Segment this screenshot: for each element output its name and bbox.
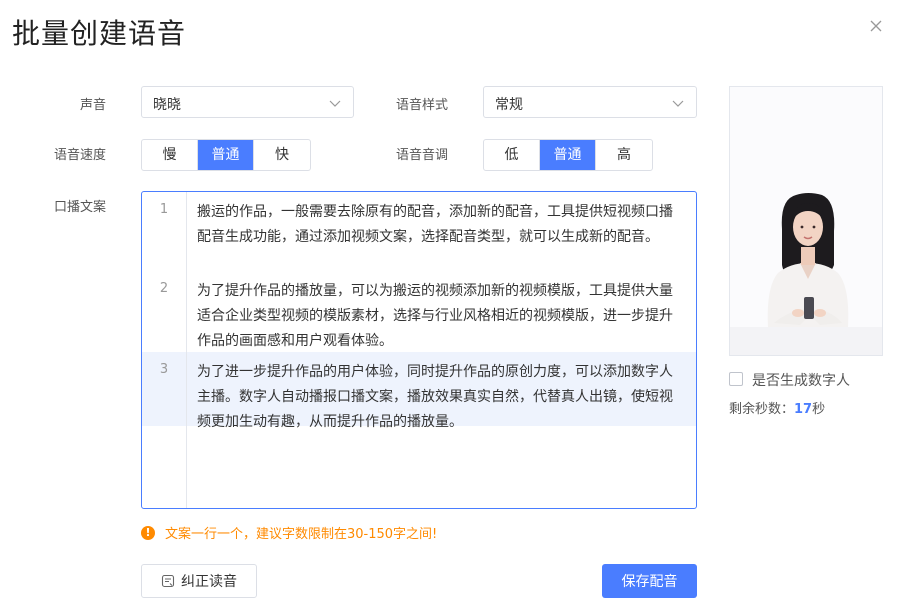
generate-digital-human-checkbox[interactable] — [729, 372, 743, 386]
style-label: 语音样式 — [395, 98, 448, 113]
warning-icon: ! — [141, 525, 155, 540]
voice-value: 晓晓 — [153, 97, 181, 113]
digital-human-preview — [729, 86, 883, 356]
speed-label: 语音速度 — [53, 148, 106, 163]
pitch-label: 语音音调 — [395, 148, 448, 163]
script-label: 口播文案 — [53, 200, 106, 215]
speed-option-fast[interactable]: 快 — [254, 140, 310, 170]
line-text: 为了进一步提升作品的用户体验，同时提升作品的原创力度，可以添加数字人主播。数字人… — [197, 364, 673, 430]
editor-gutter — [142, 192, 187, 508]
voice-label: 声音 — [79, 98, 106, 113]
pitch-option-normal[interactable]: 普通 — [540, 140, 596, 170]
speed-option-normal[interactable]: 普通 — [198, 140, 254, 170]
save-voice-button[interactable]: 保存配音 — [602, 564, 697, 598]
speed-segmented: 慢 普通 快 — [141, 139, 311, 171]
line-text: 为了提升作品的播放量，可以为搬运的视频添加新的视频模版，工具提供大量适合企业类型… — [197, 283, 673, 349]
speed-option-slow[interactable]: 慢 — [142, 140, 198, 170]
edit-pronunciation-icon — [161, 574, 175, 588]
remaining-value: 17 — [794, 402, 813, 417]
remaining-label: 剩余秒数： — [729, 402, 795, 417]
chevron-down-icon — [672, 100, 684, 107]
correct-pronunciation-label: 纠正读音 — [181, 574, 237, 590]
editor-line: 1 搬运的作品，一般需要去除原有的配音，添加新的配音，工具提供短视频口播配音生成… — [142, 192, 696, 271]
pitch-segmented: 低 普通 高 — [483, 139, 653, 171]
editor-line-active: 3 为了进一步提升作品的用户体验，同时提升作品的原创力度，可以添加数字人主播。数… — [142, 352, 696, 430]
remaining-unit: 秒 — [812, 402, 826, 417]
presenter-image — [730, 87, 882, 355]
correct-pronunciation-button[interactable]: 纠正读音 — [141, 564, 257, 598]
warning-message: ! 文案一行一个，建议字数限制在30-150字之间! — [141, 523, 437, 542]
pitch-option-low[interactable]: 低 — [484, 140, 540, 170]
pitch-option-high[interactable]: 高 — [596, 140, 652, 170]
close-icon[interactable] — [868, 18, 884, 34]
remaining-seconds: 剩余秒数：17秒 — [729, 398, 825, 417]
script-editor[interactable]: 1 搬运的作品，一般需要去除原有的配音，添加新的配音，工具提供短视频口播配音生成… — [141, 191, 697, 509]
generate-digital-human-label: 是否生成数字人 — [752, 373, 850, 389]
voice-select[interactable]: 晓晓 — [141, 86, 354, 118]
chevron-down-icon — [329, 100, 341, 107]
line-text: 搬运的作品，一般需要去除原有的配音，添加新的配音，工具提供短视频口播配音生成功能… — [197, 204, 673, 245]
style-select[interactable]: 常规 — [483, 86, 697, 118]
warning-text: 文案一行一个，建议字数限制在30-150字之间! — [165, 527, 438, 542]
dialog-title: 批量创建语音 — [12, 17, 187, 50]
editor-line: 2 为了提升作品的播放量，可以为搬运的视频添加新的视频模版，工具提供大量适合企业… — [142, 271, 696, 352]
style-value: 常规 — [495, 97, 523, 113]
